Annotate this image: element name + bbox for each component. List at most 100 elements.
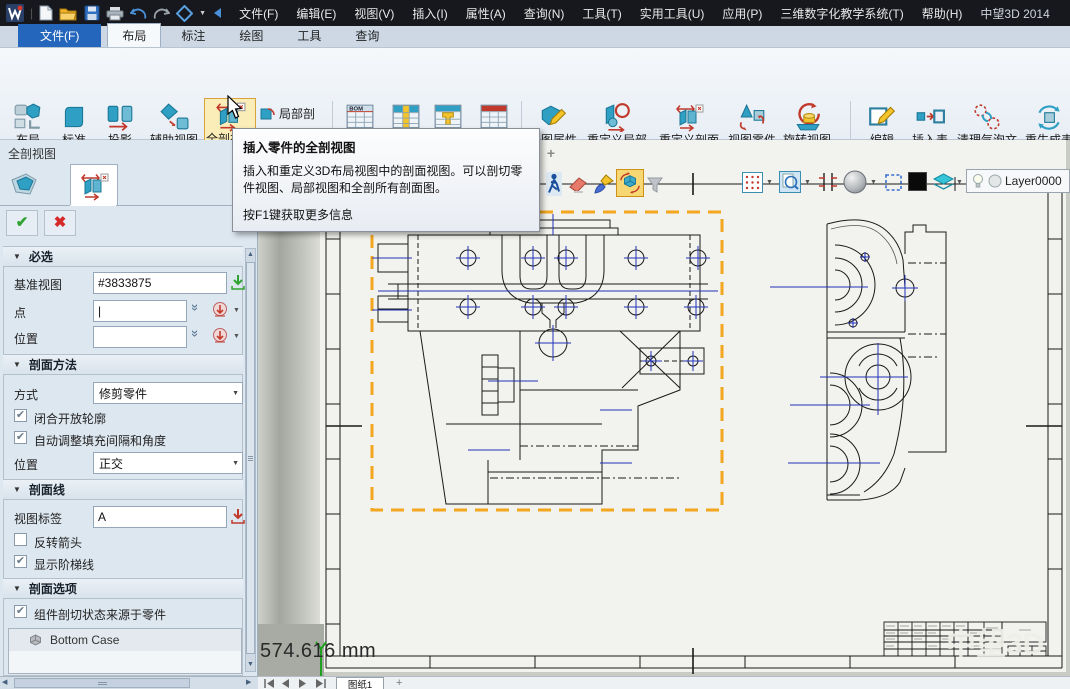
position-pick-icon[interactable] <box>212 327 228 345</box>
base-view-input[interactable]: #3833875 <box>93 272 227 294</box>
collapse-icon[interactable]: ▼ <box>13 252 21 261</box>
eraser-icon[interactable] <box>568 176 588 194</box>
panel-vertical-scrollbar[interactable]: ▲ ▼ <box>245 248 256 672</box>
toolbar-expand-button[interactable]: + <box>544 146 558 160</box>
local-section-button[interactable]: 局部剖 <box>260 103 315 123</box>
redo-icon[interactable] <box>153 6 170 20</box>
component-state-checkbox[interactable]: ✔ <box>14 605 27 618</box>
collapse-icon[interactable]: ▼ <box>13 485 21 494</box>
close-profile-label[interactable]: 闭合开放轮廓 <box>34 410 106 427</box>
show-step-checkbox[interactable]: ✔ <box>14 555 27 568</box>
point-pick-icon[interactable] <box>212 301 228 319</box>
hscroll-left-icon[interactable]: ◀ <box>2 678 7 686</box>
position-expand-icon[interactable]: » <box>188 330 203 337</box>
first-sheet-icon[interactable] <box>264 679 275 688</box>
menu-inquire[interactable]: 查询(N) <box>515 5 574 22</box>
layer-sphere-icon[interactable] <box>988 174 1002 188</box>
filter-icon[interactable] <box>646 176 664 194</box>
tab-drawing[interactable]: 绘图 <box>225 24 277 47</box>
ok-button[interactable]: ✔ <box>6 210 38 236</box>
cancel-button[interactable]: ✖ <box>44 210 76 236</box>
point-expand-icon[interactable]: » <box>188 304 203 311</box>
position-input[interactable] <box>93 326 187 348</box>
section-header-required[interactable]: ▼必选 <box>3 246 243 267</box>
collapse-left-icon[interactable] <box>212 7 222 19</box>
prev-sheet-icon[interactable] <box>281 679 290 688</box>
menu-edit[interactable]: 编辑(E) <box>287 5 345 22</box>
sheet-tab[interactable]: 图纸1 <box>336 677 384 689</box>
menu-tools[interactable]: 工具(T) <box>573 5 630 22</box>
section-header-method[interactable]: ▼剖面方法 <box>3 354 243 375</box>
component-list-item[interactable]: Bottom Case <box>9 629 241 651</box>
auto-adjust-checkbox[interactable]: ✔ <box>14 431 27 444</box>
new-file-icon[interactable] <box>39 5 53 21</box>
print-icon[interactable] <box>106 6 124 21</box>
quickbar-dropdown-icon[interactable]: ▼ <box>199 10 206 17</box>
layers-dropdown-icon[interactable]: ▼ <box>956 179 963 186</box>
scrollbar-thumb[interactable] <box>246 262 255 654</box>
view-tag-pick-icon[interactable] <box>230 507 246 525</box>
scroll-up-icon[interactable]: ▲ <box>246 249 255 260</box>
point-options-dropdown-icon[interactable]: ▼ <box>233 307 240 314</box>
zoom-preview-button[interactable] <box>779 171 801 193</box>
orientation-select[interactable]: 正交▼ <box>93 452 243 474</box>
point-grid-dropdown-icon[interactable]: ▼ <box>766 179 773 186</box>
tab-file[interactable]: 文件(F) <box>18 24 101 47</box>
menu-3d-teaching-system[interactable]: 三维数字化教学系统(T) <box>771 5 912 22</box>
menu-help[interactable]: 帮助(H) <box>913 5 972 22</box>
view-manipulation-button[interactable] <box>616 169 644 197</box>
brush-icon[interactable] <box>594 174 614 194</box>
section-header-hatch[interactable]: ▼剖面线 <box>3 479 243 500</box>
open-file-icon[interactable] <box>59 6 78 21</box>
flip-arrow-checkbox[interactable] <box>14 533 27 546</box>
next-sheet-icon[interactable] <box>298 679 307 688</box>
tab-annotation[interactable]: 标注 <box>167 24 219 47</box>
method-select[interactable]: 修剪零件▼ <box>93 382 243 404</box>
section-tool-icon[interactable] <box>818 172 838 192</box>
flip-arrow-label[interactable]: 反转箭头 <box>34 534 82 551</box>
view-navigation-icon[interactable] <box>176 5 193 22</box>
menu-view[interactable]: 视图(V) <box>345 5 403 22</box>
point-grid-button[interactable] <box>742 172 763 193</box>
component-state-label[interactable]: 组件剖切状态来源于零件 <box>34 606 166 623</box>
scroll-down-icon[interactable]: ▼ <box>246 659 255 670</box>
hscroll-right-icon[interactable]: ▶ <box>246 678 251 686</box>
close-profile-checkbox[interactable]: ✔ <box>14 409 27 422</box>
walk-through-icon[interactable] <box>546 172 562 196</box>
layer-combo[interactable]: Layer0000 <box>966 169 1070 193</box>
add-sheet-button[interactable]: + <box>396 677 402 689</box>
zoom-preview-dropdown-icon[interactable]: ▼ <box>804 179 811 186</box>
current-color-swatch[interactable] <box>908 172 927 191</box>
panel-tab-3d-icon[interactable] <box>10 172 38 198</box>
last-sheet-icon[interactable] <box>315 679 326 688</box>
select-dropdown-icon[interactable]: ▼ <box>232 390 239 397</box>
point-input[interactable]: | <box>93 300 187 322</box>
display-mode-sphere-icon[interactable] <box>842 169 868 195</box>
menu-utilities[interactable]: 实用工具(U) <box>631 5 714 22</box>
collapse-icon[interactable]: ▼ <box>13 360 21 369</box>
save-icon[interactable] <box>84 5 100 21</box>
menu-attribute[interactable]: 属性(A) <box>457 5 515 22</box>
tab-inquire[interactable]: 查询 <box>341 24 393 47</box>
view-tag-input[interactable]: A <box>93 506 227 528</box>
auto-adjust-label[interactable]: 自动调整填充间隔和角度 <box>34 432 166 449</box>
display-mode-dropdown-icon[interactable]: ▼ <box>870 179 877 186</box>
menu-file[interactable]: 文件(F) <box>230 5 287 22</box>
bulb-icon[interactable] <box>971 173 985 189</box>
position-options-dropdown-icon[interactable]: ▼ <box>233 333 240 340</box>
tab-tools[interactable]: 工具 <box>283 24 335 47</box>
select-dropdown-icon[interactable]: ▼ <box>232 460 239 467</box>
layers-icon[interactable] <box>932 171 955 192</box>
component-list[interactable]: Bottom Case <box>8 628 242 674</box>
section-header-options[interactable]: ▼剖面选项 <box>3 578 243 599</box>
menu-insert[interactable]: 插入(I) <box>403 5 456 22</box>
collapse-icon[interactable]: ▼ <box>13 584 21 593</box>
hscroll-thumb[interactable] <box>14 678 190 688</box>
undo-icon[interactable] <box>130 6 147 20</box>
show-step-label[interactable]: 显示阶梯线 <box>34 556 94 573</box>
panel-tab-section[interactable] <box>70 164 118 206</box>
selection-box-icon[interactable] <box>884 173 903 192</box>
menu-applications[interactable]: 应用(P) <box>713 5 771 22</box>
panel-horizontal-scrollbar[interactable]: ◀ ▶ <box>0 676 258 689</box>
tab-layout[interactable]: 布局 <box>107 23 161 47</box>
